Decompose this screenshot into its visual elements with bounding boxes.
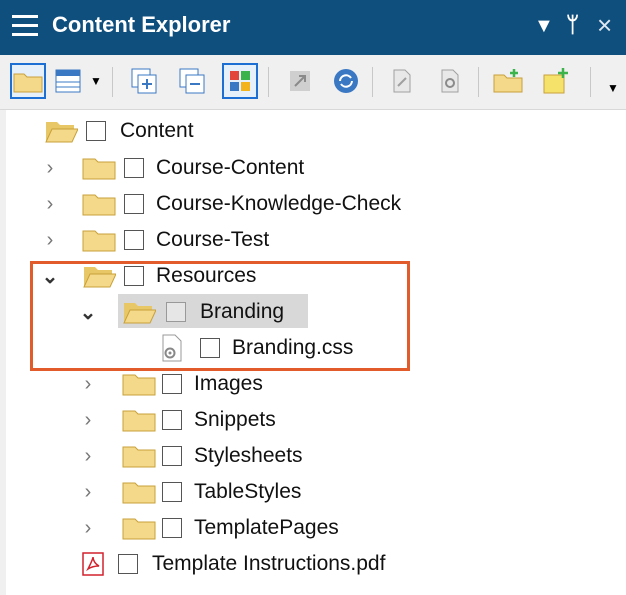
properties-icon[interactable] <box>432 63 468 99</box>
pin-icon[interactable]: ᛘ <box>566 12 579 38</box>
tree-item-course-knowledge-check[interactable]: › Course-Knowledge-Check <box>40 186 401 222</box>
tree-item-label: Resources <box>156 264 257 287</box>
chevron-right-icon[interactable]: › <box>78 373 98 396</box>
open-folder-icon <box>45 122 78 143</box>
tree-item-course-test[interactable]: › Course-Test <box>40 222 269 258</box>
checkbox[interactable] <box>162 518 182 538</box>
tree-item-course-content[interactable]: › Course-Content <box>40 150 304 186</box>
tree-item-template-instructions-pdf[interactable]: Template Instructions.pdf <box>82 546 385 582</box>
toolbar: ▼ ▼ <box>0 55 626 110</box>
css-file-icon <box>162 334 182 362</box>
tree-item-templatepages[interactable]: › TemplatePages <box>78 510 339 546</box>
open-folder-icon <box>83 267 116 288</box>
checkbox[interactable] <box>162 482 182 502</box>
tree-item-label: Branding <box>200 300 285 323</box>
tree-item-label: TemplatePages <box>194 516 339 539</box>
content-tree: Content › Course-Content › Course-Knowle… <box>0 110 626 595</box>
chevron-down-icon[interactable]: ⌄ <box>78 300 98 325</box>
tree-item-images[interactable]: › Images <box>78 366 263 402</box>
checkbox[interactable] <box>86 121 106 141</box>
checkbox[interactable] <box>124 158 144 178</box>
checkbox[interactable] <box>124 194 144 214</box>
tree-item-label: TableStyles <box>194 480 302 503</box>
tree-item-label: Course-Knowledge-Check <box>156 192 402 215</box>
chevron-right-icon[interactable]: › <box>40 193 60 216</box>
toolbar-overflow-icon[interactable]: ▼ <box>604 63 622 99</box>
checkbox[interactable] <box>162 374 182 394</box>
checkbox[interactable] <box>118 554 138 574</box>
tree-item-label: Stylesheets <box>194 444 303 467</box>
folder-icon <box>122 446 156 468</box>
tree-item-branding-css[interactable]: Branding.css <box>160 330 353 366</box>
open-folder-icon <box>123 303 156 324</box>
edit-file-icon[interactable] <box>384 63 420 99</box>
folder-icon <box>82 230 116 252</box>
chevron-down-icon[interactable]: ▼ <box>86 63 106 99</box>
folder-icon <box>122 410 156 432</box>
expand-all-icon[interactable] <box>126 63 162 99</box>
chevron-right-icon[interactable]: › <box>78 481 98 504</box>
panel-title: Content Explorer <box>52 12 231 37</box>
tree-item-label: Course-Test <box>156 228 270 251</box>
chevron-down-icon[interactable]: ⌄ <box>40 264 60 289</box>
folder-icon <box>122 518 156 540</box>
tree-item-content[interactable]: Content <box>44 113 194 149</box>
new-item-icon[interactable] <box>538 63 574 99</box>
panel-titlebar: Content Explorer ▼ ᛘ × <box>0 0 626 55</box>
chevron-right-icon[interactable]: › <box>40 229 60 252</box>
chevron-right-icon[interactable]: › <box>78 445 98 468</box>
thumbnails-icon[interactable] <box>222 63 258 99</box>
refresh-icon[interactable] <box>328 63 364 99</box>
tree-item-label: Snippets <box>194 408 276 431</box>
checkbox[interactable] <box>162 410 182 430</box>
hamburger-icon[interactable] <box>12 15 38 37</box>
tree-item-tablestyles[interactable]: › TableStyles <box>78 474 301 510</box>
tree-item-resources[interactable]: ⌄ Resources <box>40 258 256 294</box>
pdf-file-icon <box>82 552 104 576</box>
checkbox[interactable] <box>124 230 144 250</box>
tree-item-label: Images <box>194 372 263 395</box>
tree-item-stylesheets[interactable]: › Stylesheets <box>78 438 303 474</box>
open-icon[interactable] <box>282 63 318 99</box>
folder-view-icon[interactable] <box>10 63 46 99</box>
checkbox[interactable] <box>200 338 220 358</box>
chevron-right-icon[interactable]: › <box>78 409 98 432</box>
tree-item-branding[interactable]: ⌄ Branding <box>78 294 284 330</box>
tree-item-label: Branding.css <box>232 336 354 359</box>
checkbox[interactable] <box>124 266 144 286</box>
grid-view-icon[interactable] <box>50 63 86 99</box>
chevron-right-icon[interactable]: › <box>40 157 60 180</box>
folder-icon <box>82 194 116 216</box>
collapse-all-icon[interactable] <box>174 63 210 99</box>
folder-icon <box>122 374 156 396</box>
checkbox[interactable] <box>162 446 182 466</box>
folder-icon <box>82 158 116 180</box>
checkbox[interactable] <box>166 302 186 322</box>
tree-item-label: Template Instructions.pdf <box>152 552 386 575</box>
folder-icon <box>122 482 156 504</box>
tree-item-label: Course-Content <box>156 156 305 179</box>
new-folder-icon[interactable] <box>490 63 526 99</box>
close-icon[interactable]: × <box>597 10 612 41</box>
tree-item-snippets[interactable]: › Snippets <box>78 402 276 438</box>
chevron-right-icon[interactable]: › <box>78 517 98 540</box>
tree-item-label: Content <box>120 119 194 142</box>
triangle-down-icon[interactable]: ▼ <box>534 15 554 38</box>
